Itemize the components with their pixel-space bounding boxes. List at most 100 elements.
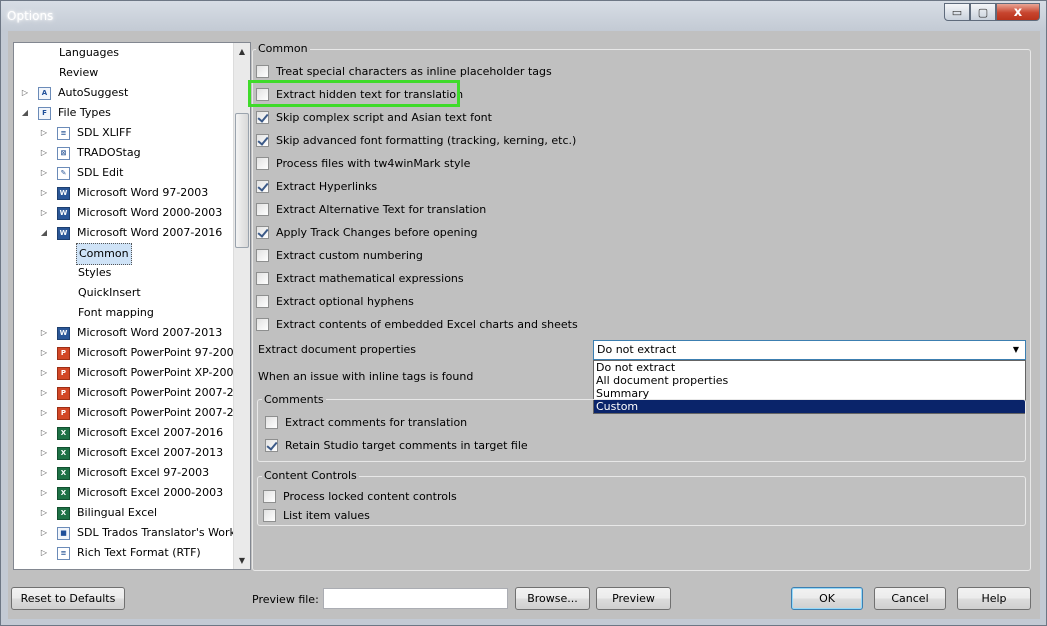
tree-expander-icon[interactable]: ▷	[39, 523, 49, 543]
checkbox[interactable]	[256, 110, 269, 124]
checkbox-row[interactable]: Extract custom numbering	[256, 247, 423, 263]
tree-expander-icon[interactable]: ▷	[39, 443, 49, 463]
checkbox-row[interactable]: List item values	[263, 507, 370, 523]
tree-expander-icon[interactable]: ▷	[39, 343, 49, 363]
sdledit-icon: ✎	[57, 167, 70, 180]
excel-icon: X	[57, 427, 70, 440]
checkbox-label: Process locked content controls	[283, 489, 457, 503]
tree-expander-icon[interactable]: ▷	[39, 163, 49, 183]
checkbox[interactable]	[256, 133, 269, 147]
checkbox[interactable]	[256, 225, 269, 239]
checkbox-label: Extract Alternative Text for translation	[276, 202, 487, 216]
tree-expander-icon[interactable]: ▷	[39, 323, 49, 343]
tree-scrollbar[interactable]: ▲ ▼	[233, 43, 250, 569]
checkbox-row[interactable]: Retain Studio target comments in target …	[265, 437, 528, 453]
tree-item-label: Font mapping	[78, 306, 154, 319]
filetypes-icon: F	[38, 107, 51, 120]
minimize-button[interactable]: ▭	[944, 3, 970, 21]
checkbox-label: Extract contents of embedded Excel chart…	[276, 317, 578, 331]
options-tree[interactable]: Languages Review ▷ A AutoSuggest ◢ F File Types…	[13, 42, 251, 570]
tree-expander-icon[interactable]: ▷	[39, 143, 49, 163]
tree-expander-icon[interactable]: ▷	[39, 183, 49, 203]
checkbox-row[interactable]: Extract Alternative Text for translation	[256, 201, 486, 217]
checkbox-row[interactable]: Extract comments for translation	[265, 414, 467, 430]
window-controls: ▭ ▢ x	[944, 3, 1040, 21]
checkbox[interactable]	[256, 248, 269, 262]
close-button[interactable]: x	[996, 3, 1040, 21]
doc-props-combo[interactable]: Do not extract ▼	[593, 340, 1026, 360]
tree-item-label: QuickInsert	[78, 286, 141, 299]
tree-expander-icon[interactable]: ▷	[39, 123, 49, 143]
checkbox-row[interactable]: Skip complex script and Asian text font	[256, 109, 492, 125]
tree-item-label: Common	[76, 243, 132, 265]
powerpoint-icon: P	[57, 407, 70, 420]
checkbox-row[interactable]: Skip advanced font formatting (tracking,…	[256, 132, 576, 148]
browse-button[interactable]: Browse...	[515, 587, 590, 610]
tree-item-label: Styles	[78, 266, 112, 279]
checkbox-label: List item values	[283, 508, 370, 522]
dialog-client: Languages Review ▷ A AutoSuggest ◢ F File Types…	[8, 31, 1040, 619]
tree-item-label: File Types	[58, 106, 111, 119]
scroll-down-icon[interactable]: ▼	[234, 552, 250, 569]
ok-button[interactable]: OK	[791, 587, 863, 610]
checkbox-label: Extract mathematical expressions	[276, 271, 464, 285]
checkbox-row[interactable]: Extract Hyperlinks	[256, 178, 377, 194]
tree-expander-icon[interactable]: ▷	[39, 363, 49, 383]
powerpoint-icon: P	[57, 387, 70, 400]
options-window: Options ▭ ▢ x Languages Review ▷ A AutoSugge…	[0, 0, 1047, 626]
checkbox[interactable]	[256, 202, 269, 216]
highlight-box	[248, 80, 460, 107]
minimize-icon: ▭	[951, 5, 963, 19]
tree-item-label: Bilingual Excel	[77, 506, 158, 519]
tree-expander-icon[interactable]: ▷	[39, 483, 49, 503]
checkbox-row[interactable]: Treat special characters as inline place…	[256, 63, 552, 79]
maximize-button[interactable]: ▢	[970, 3, 996, 21]
dropdown-option[interactable]: Do not extract	[594, 361, 1025, 374]
checkbox[interactable]	[263, 508, 276, 522]
tree-expander-icon[interactable]: ▷	[39, 503, 49, 523]
tree-items: Languages Review ▷ A AutoSuggest ◢ F File Types…	[14, 43, 233, 569]
cancel-button[interactable]: Cancel	[874, 587, 946, 610]
maximize-icon: ▢	[977, 5, 989, 19]
tree-item-label: SDL XLIFF	[77, 126, 132, 139]
checkbox[interactable]	[256, 179, 269, 193]
word-icon: W	[57, 187, 70, 200]
checkbox[interactable]	[256, 317, 269, 331]
tree-expander-icon[interactable]: ▷	[39, 203, 49, 223]
title-bar[interactable]: Options ▭ ▢ x	[1, 1, 1046, 31]
tree-expander-icon[interactable]: ▷	[20, 83, 30, 103]
tree-expander-icon[interactable]: ▷	[39, 423, 49, 443]
help-button[interactable]: Help	[957, 587, 1031, 610]
tree-expander-icon[interactable]: ◢	[39, 223, 49, 243]
checkbox[interactable]	[256, 271, 269, 285]
checkbox[interactable]	[265, 438, 278, 452]
checkbox-row[interactable]: Extract contents of embedded Excel chart…	[256, 316, 578, 332]
checkbox-row[interactable]: Extract mathematical expressions	[256, 270, 464, 286]
scroll-thumb[interactable]	[235, 113, 249, 248]
checkbox-label: Extract custom numbering	[276, 248, 423, 262]
checkbox-label: Skip complex script and Asian text font	[276, 110, 492, 124]
checkbox[interactable]	[256, 156, 269, 170]
scroll-up-icon[interactable]: ▲	[234, 43, 250, 60]
checkbox-row[interactable]: Process locked content controls	[263, 488, 457, 504]
checkbox[interactable]	[256, 64, 269, 78]
checkbox[interactable]	[263, 489, 276, 503]
dropdown-option[interactable]: All document properties	[594, 374, 1025, 387]
tree-expander-icon[interactable]: ▷	[39, 383, 49, 403]
chevron-down-icon[interactable]: ▼	[1009, 342, 1023, 358]
preview-button[interactable]: Preview	[596, 587, 671, 610]
tree-expander-icon[interactable]: ◢	[20, 103, 30, 123]
tree-item-label: Microsoft PowerPoint 2007-2	[77, 386, 233, 399]
checkbox-row[interactable]: Apply Track Changes before opening	[256, 224, 478, 240]
checkbox-row[interactable]: Process files with tw4winMark style	[256, 155, 470, 171]
excel-icon: X	[57, 487, 70, 500]
reset-defaults-button[interactable]: Reset to Defaults	[11, 587, 125, 610]
checkbox[interactable]	[256, 294, 269, 308]
content-controls-legend: Content Controls	[262, 469, 359, 482]
tree-expander-icon[interactable]: ▷	[39, 463, 49, 483]
tree-expander-icon[interactable]: ▷	[39, 403, 49, 423]
preview-file-input[interactable]	[323, 588, 508, 609]
checkbox-row[interactable]: Extract optional hyphens	[256, 293, 414, 309]
checkbox[interactable]	[265, 415, 278, 429]
tree-expander-icon[interactable]: ▷	[39, 543, 49, 563]
